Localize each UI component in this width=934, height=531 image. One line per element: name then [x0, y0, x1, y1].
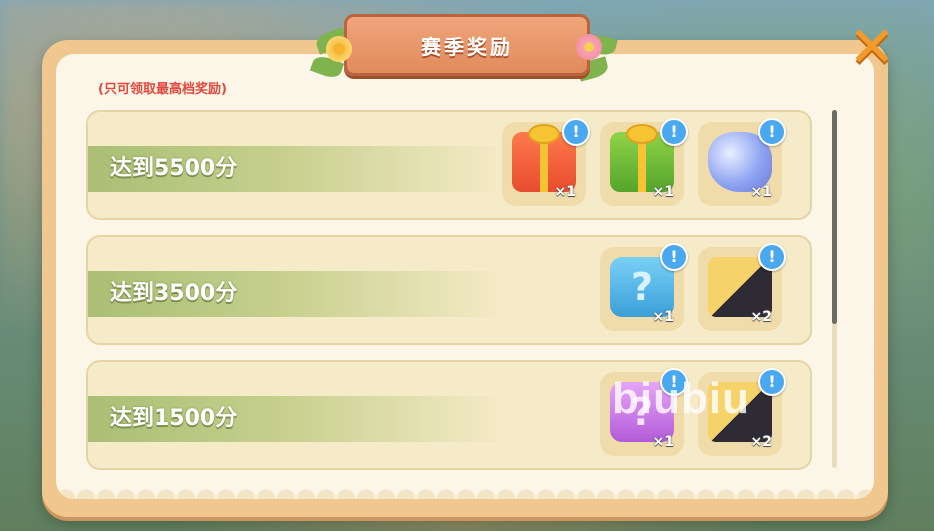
reward-slot[interactable]: ×2 !: [698, 243, 786, 331]
info-icon[interactable]: !: [758, 243, 786, 271]
reward-quantity: ×2: [750, 309, 772, 325]
watermark: biubiu: [612, 374, 750, 423]
close-icon: ✕: [848, 15, 896, 80]
pink-flower-icon: [576, 34, 602, 60]
info-icon[interactable]: !: [758, 368, 786, 396]
tier-label: 达到3500分: [110, 281, 238, 306]
reward-slot[interactable]: ×1 !: [600, 118, 688, 206]
reward-slot[interactable]: ? ×1 !: [600, 243, 688, 331]
reward-slot[interactable]: ×1 !: [502, 118, 590, 206]
reward-quantity: ×2: [750, 434, 772, 450]
reward-slot[interactable]: ×1 !: [698, 118, 786, 206]
info-icon[interactable]: !: [562, 118, 590, 146]
info-icon[interactable]: !: [758, 118, 786, 146]
yellow-flower-icon: [326, 36, 352, 62]
title-banner: 赛季奖励: [344, 14, 590, 76]
reward-quantity: ×1: [652, 184, 674, 200]
close-button[interactable]: ✕: [848, 20, 896, 76]
claim-note: (只可领取最高档奖励): [98, 82, 227, 97]
reward-quantity: ×1: [652, 309, 674, 325]
page-title: 赛季奖励: [421, 34, 513, 59]
reward-tier-3500: 达到3500分 ? ×1 ! ×2 !: [86, 235, 812, 345]
info-icon[interactable]: !: [660, 243, 688, 271]
tier-label: 达到5500分: [110, 156, 238, 181]
reward-quantity: ×1: [652, 434, 674, 450]
reward-quantity: ×1: [554, 184, 576, 200]
reward-tier-5500: 达到5500分 ×1 ! ×1 ! ×1 !: [86, 110, 812, 220]
scrollbar-thumb[interactable]: [832, 110, 837, 324]
reward-quantity: ×1: [750, 184, 772, 200]
tier-label: 达到1500分: [110, 406, 238, 431]
info-icon[interactable]: !: [660, 118, 688, 146]
scrollbar-track[interactable]: [832, 110, 837, 468]
